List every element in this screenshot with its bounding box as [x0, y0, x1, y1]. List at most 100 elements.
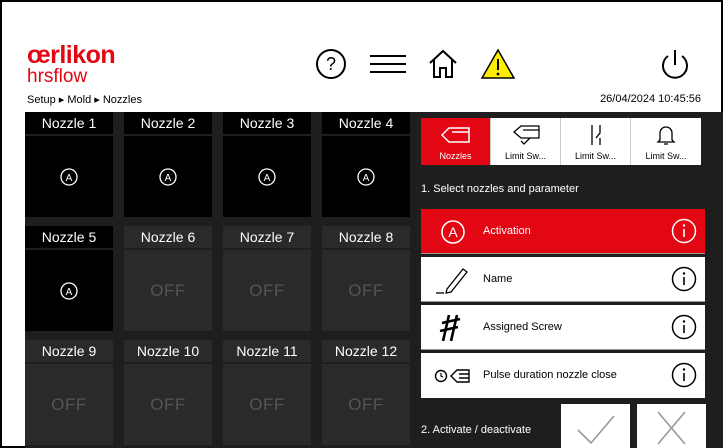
activation-icon: A	[357, 167, 375, 186]
nozzle-icon	[440, 127, 470, 143]
param-label: Pulse duration nozzle close	[483, 369, 617, 381]
nozzle-tile[interactable]: Nozzle 11 OFF	[223, 340, 311, 445]
param-label: Activation	[483, 225, 531, 237]
tab-label: Limit Sw...	[574, 151, 616, 161]
activation-icon: A	[60, 167, 78, 186]
nozzle-body: OFF	[322, 364, 410, 445]
nozzle-body: A	[25, 136, 113, 217]
nozzle-tile[interactable]: Nozzle 9 OFF	[25, 340, 113, 445]
nozzle-grid: Nozzle 1 A Nozzle 2 A Nozzle 3 A Nozzle 4 A Nozz…	[25, 112, 411, 448]
nozzle-tile[interactable]: Nozzle 3 A	[223, 112, 311, 217]
tab-limit-switch-1[interactable]: Limit Sw...	[491, 118, 561, 165]
nozzle-body: OFF	[124, 250, 212, 331]
nozzle-title: Nozzle 7	[223, 226, 311, 248]
nozzle-tile[interactable]: Nozzle 2 A	[124, 112, 212, 217]
nozzle-body: OFF	[124, 364, 212, 445]
param-label: Name	[483, 273, 513, 285]
nozzle-tile[interactable]: Nozzle 12 OFF	[322, 340, 410, 445]
nozzle-tile[interactable]: Nozzle 5 A	[25, 226, 113, 331]
nozzle-body: OFF	[25, 364, 113, 445]
nozzle-tile[interactable]: Nozzle 7 OFF	[223, 226, 311, 331]
off-label: OFF	[249, 280, 285, 300]
tab-limit-switch-2[interactable]: Limit Sw...	[561, 118, 631, 165]
off-label: OFF	[150, 394, 186, 414]
nozzle-tile[interactable]: Nozzle 1 A	[25, 112, 113, 217]
activation-icon: A	[258, 167, 276, 186]
svg-text:A: A	[448, 224, 458, 240]
power-icon[interactable]	[658, 47, 692, 83]
brand-subtitle: hrsflow	[27, 66, 88, 87]
nozzle-title: Nozzle 6	[124, 226, 212, 248]
warning-icon[interactable]	[480, 47, 516, 81]
nozzle-tile[interactable]: Nozzle 10 OFF	[124, 340, 212, 445]
info-icon[interactable]	[671, 266, 697, 292]
menu-icon[interactable]	[368, 47, 408, 81]
nozzle-title: Nozzle 1	[25, 112, 113, 134]
deactivate-button[interactable]	[637, 404, 706, 448]
nozzle-body: A	[124, 136, 212, 217]
tab-label: Limit Sw...	[645, 151, 687, 161]
nozzle-check-icon	[512, 125, 540, 145]
nozzle-body: A	[25, 250, 113, 331]
nozzle-body: A	[322, 136, 410, 217]
screw-icon	[439, 314, 461, 342]
home-icon[interactable]	[426, 47, 460, 81]
bell-icon	[656, 126, 676, 145]
svg-text:A: A	[66, 173, 73, 184]
info-icon[interactable]	[671, 218, 697, 244]
nozzle-title: Nozzle 12	[322, 340, 410, 362]
nozzle-title: Nozzle 10	[124, 340, 212, 362]
off-label: OFF	[51, 394, 87, 414]
close-icon	[657, 411, 686, 445]
nozzle-title: Nozzle 8	[322, 226, 410, 248]
nozzle-body: OFF	[223, 364, 311, 445]
tab-nozzles[interactable]: Nozzles	[421, 118, 491, 165]
off-label: OFF	[348, 394, 384, 414]
activate-button[interactable]	[561, 404, 630, 448]
svg-text:?: ?	[326, 54, 336, 74]
param-assigned-screw[interactable]: Assigned Screw	[421, 305, 705, 350]
pencil-icon	[436, 268, 468, 294]
step-2-label: 2. Activate / deactivate	[421, 424, 532, 436]
activation-icon: A	[441, 220, 465, 244]
timer-nozzle-icon	[434, 369, 470, 383]
activation-icon: A	[60, 281, 78, 300]
svg-text:A: A	[363, 173, 370, 184]
svg-text:A: A	[66, 287, 73, 298]
nozzle-title: Nozzle 2	[124, 112, 212, 134]
param-pulse-duration[interactable]: Pulse duration nozzle close	[421, 353, 705, 398]
step-1-label: 1. Select nozzles and parameter	[421, 183, 579, 195]
nozzle-title: Nozzle 4	[322, 112, 410, 134]
svg-text:A: A	[165, 173, 172, 184]
switch-icon	[590, 125, 601, 145]
info-icon[interactable]	[671, 314, 697, 340]
tab-label: Limit Sw...	[504, 151, 546, 161]
help-icon[interactable]: ?	[314, 47, 348, 81]
nozzle-tile[interactable]: Nozzle 8 OFF	[322, 226, 410, 331]
info-icon[interactable]	[671, 362, 697, 388]
parameter-panel: Nozzles Limit Sw... Limit Sw... Limit Sw…	[411, 112, 723, 448]
nozzle-title: Nozzle 9	[25, 340, 113, 362]
breadcrumb: Setup ▸ Mold ▸ Nozzles	[27, 94, 142, 106]
param-activation[interactable]: A Activation	[421, 209, 705, 254]
param-label: Assigned Screw	[483, 321, 562, 333]
off-label: OFF	[150, 280, 186, 300]
activation-icon: A	[159, 167, 177, 186]
brand-logo: œrlikon	[27, 41, 116, 69]
nozzle-body: OFF	[322, 250, 410, 331]
nozzle-title: Nozzle 3	[223, 112, 311, 134]
param-name[interactable]: Name	[421, 257, 705, 302]
off-label: OFF	[249, 394, 285, 414]
nozzle-body: A	[223, 136, 311, 217]
tab-label: Nozzles	[439, 151, 472, 161]
datetime: 26/04/2024 10:45:56	[600, 93, 701, 105]
nozzle-title: Nozzle 5	[25, 226, 113, 248]
nozzle-tile[interactable]: Nozzle 6 OFF	[124, 226, 212, 331]
nozzle-tile[interactable]: Nozzle 4 A	[322, 112, 410, 217]
nozzle-title: Nozzle 11	[223, 340, 311, 362]
svg-text:A: A	[264, 173, 271, 184]
nozzle-body: OFF	[223, 250, 311, 331]
app-frame: œrlikon hrsflow Setup ▸ Mold ▸ Nozzles 2…	[0, 0, 723, 448]
off-label: OFF	[348, 280, 384, 300]
tab-limit-switch-3[interactable]: Limit Sw...	[631, 118, 701, 165]
